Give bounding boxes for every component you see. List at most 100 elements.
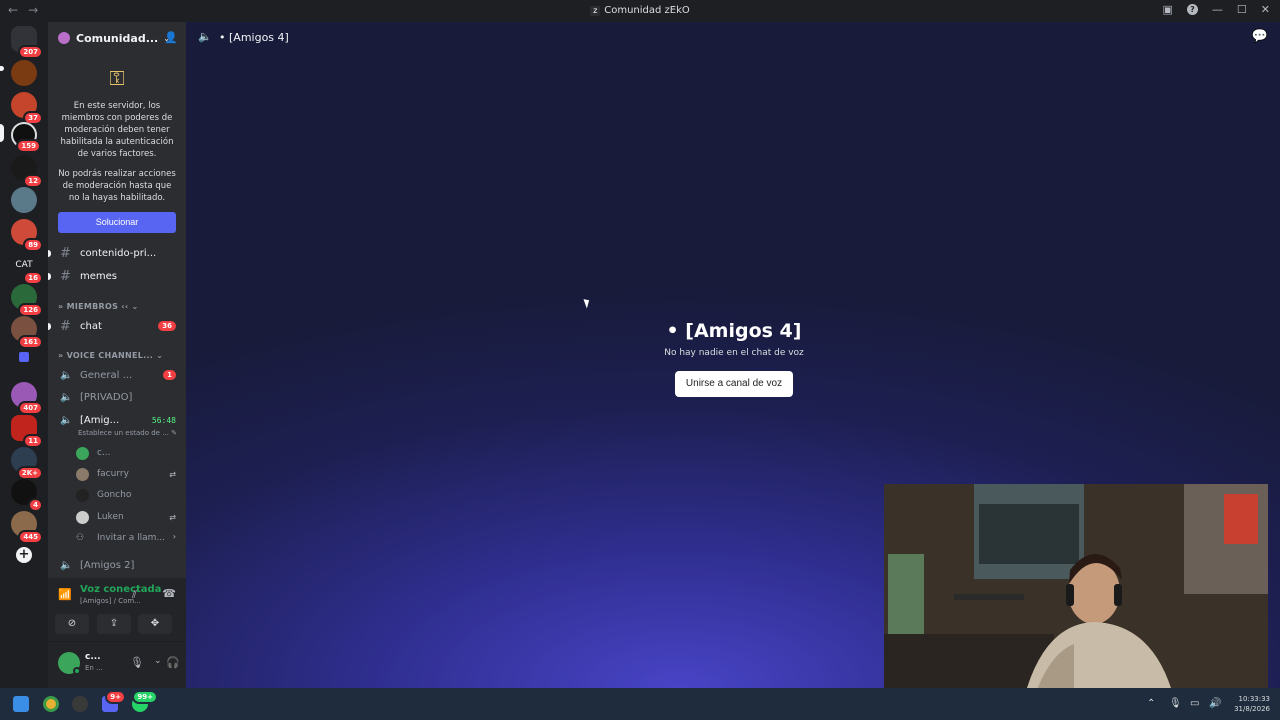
header-title-text: [Amigos 4] [229,31,289,44]
folder-icon[interactable] [19,352,29,362]
unread-pip [48,272,51,280]
clock-time: 10:33:33 [1238,695,1270,703]
server-header[interactable]: Comunidad... ⌄ 👤 [48,22,186,54]
channel-label: contenido-pri... [80,247,157,259]
activities-button[interactable]: ✥ [138,614,172,634]
server-icon[interactable] [11,187,37,213]
mic-tray-icon[interactable]: 🎙 [1169,698,1182,709]
voice-channel-amigos4[interactable]: 🔈 [Amig... 56:48 [48,410,186,430]
category-voice[interactable]: » VOICE CHANNEL... ⌄ [58,351,163,360]
help-icon[interactable]: ? [1186,4,1198,15]
server-logo-icon [58,32,70,44]
server-icon[interactable]: 11 [11,415,43,448]
channel-chat[interactable]: # chat 36 [48,316,186,336]
direct-messages-icon[interactable]: 207 [11,26,43,59]
server-badge: 161 [18,335,43,349]
category-miembros[interactable]: » MIEMBROS ‹‹ ⌄ [58,302,139,311]
start-menu-icon[interactable] [13,696,29,712]
avatar [76,467,89,481]
server-icon[interactable]: 37 [11,92,43,125]
invite-people-icon[interactable]: 👤 [164,31,178,44]
empty-voice-panel: • [Amigos 4] No hay nadie en el chat de … [636,320,832,397]
close-button[interactable]: ✕ [1261,3,1270,16]
invite-to-call[interactable]: ⚇ Invitar a llam... [76,529,176,547]
minimize-button[interactable]: — [1212,3,1223,16]
server-icon[interactable]: CAT 16 [11,252,43,285]
screen-share-button[interactable]: ⇪ [97,614,131,634]
chrome-icon[interactable] [43,696,59,712]
channel-label: [PRIVADO] [80,391,133,403]
chevron-right-icon: › [172,532,176,541]
server-icon[interactable]: 2K+ [11,447,43,480]
server-icon[interactable]: 12 [11,155,43,188]
unread-pip [0,66,4,71]
voice-connected-title[interactable]: Voz conectada [80,584,161,595]
fix-button[interactable]: Solucionar [58,212,176,233]
whatsapp-icon[interactable]: 99+ [132,690,158,712]
voice-channel-privado[interactable]: 🔈 [PRIVADO] [48,387,186,407]
clock[interactable]: 10:33:33 31/8/2026 [1234,694,1270,714]
set-status-prompt[interactable]: Establece un estado de ... ✎ [78,429,177,437]
voice-user[interactable]: Luken [76,508,124,526]
selected-pip [0,124,4,142]
taskbar: 9+ 99+ ⌃ 🎙 ▭ 🔊 10:33:33 31/8/2026 [0,688,1280,720]
disconnect-icon[interactable]: ☎ [162,587,176,600]
camera-off-button[interactable]: ⊘ [55,614,89,634]
voice-channel-general[interactable]: 🔈 General ... 1 [48,365,186,385]
signal-icon: 📶 [58,588,72,601]
microphone-icon[interactable]: 🎙 [130,656,144,669]
speaker-icon: 🔈 [60,391,73,403]
server-icon[interactable] [11,60,37,86]
server-badge: 445 [18,530,43,544]
maximize-button[interactable]: ☐ [1237,3,1247,16]
voice-channel-amigos2[interactable]: 🔈 [Amigos 2] [48,555,186,575]
unread-pip [48,249,51,257]
voice-channel-title-text: [Amigos 4] [685,320,802,342]
voice-user[interactable]: c... [76,444,111,462]
category-label: VOICE CHANNEL... [66,351,154,360]
voice-user[interactable]: Goncho [76,486,131,504]
channel-contenido[interactable]: # contenido-pri... [48,243,186,263]
channel-label: chat [80,320,102,332]
server-icon[interactable]: 161 [11,316,43,349]
headphones-icon[interactable]: 🎧 [166,656,180,669]
volume-icon[interactable]: 🔊 [1209,698,1221,709]
deafened-icon: ⇄ [169,470,176,479]
server-badge: 16 [23,271,43,285]
channel-memes[interactable]: # memes [48,266,186,286]
channel-header: 🔈 • [Amigos 4] 💬 [186,22,1280,52]
server-badge: 11 [23,434,43,448]
invite-label: Invitar a llam... [97,533,166,543]
server-icon[interactable]: 445 [11,511,43,544]
voice-user-name: c... [97,448,111,458]
tray-chevron-icon[interactable]: ⌃ [1147,698,1155,709]
text-channel-icon: # [60,268,71,284]
status-prompt-text: Establece un estado de ... [78,429,169,437]
network-icon[interactable]: ▭ [1190,698,1199,709]
add-server-icon[interactable]: + [16,547,32,563]
key-icon: ⚿ [109,66,125,90]
chevron-down-icon[interactable]: ⌄ [154,656,162,666]
chat-bubble-icon[interactable]: 💬 [1252,29,1268,44]
user-panel: c... En ... 🎙 ⌄ 🎧 [48,642,186,688]
server-icon[interactable]: 126 [11,284,43,317]
webcam-overlay [884,484,1268,698]
noise-suppression-icon[interactable]: ⫽ [132,588,137,602]
speaker-icon: 🔈 [60,369,73,381]
discord-taskbar-icon[interactable]: 9+ [102,690,126,712]
avatar [76,446,89,460]
server-icon[interactable]: 407 [11,382,43,415]
obs-icon[interactable] [72,696,88,712]
inbox-icon[interactable]: ▣ [1163,3,1173,16]
window-title-text: Comunidad zEkO [604,5,690,16]
voice-user[interactable]: facurry [76,465,176,483]
user-name[interactable]: c... [85,652,101,662]
server-icon-selected[interactable]: 159 [11,122,41,153]
server-badge: 12 [23,174,43,188]
voice-channel-title: • [Amigos 4] [666,320,802,342]
server-icon[interactable]: 89 [11,219,43,252]
server-icon[interactable]: 4 [11,479,43,512]
join-voice-button[interactable]: Unirse a canal de voz [675,371,793,397]
add-user-icon: ⚇ [76,533,85,543]
mention-badge: 1 [163,370,176,380]
